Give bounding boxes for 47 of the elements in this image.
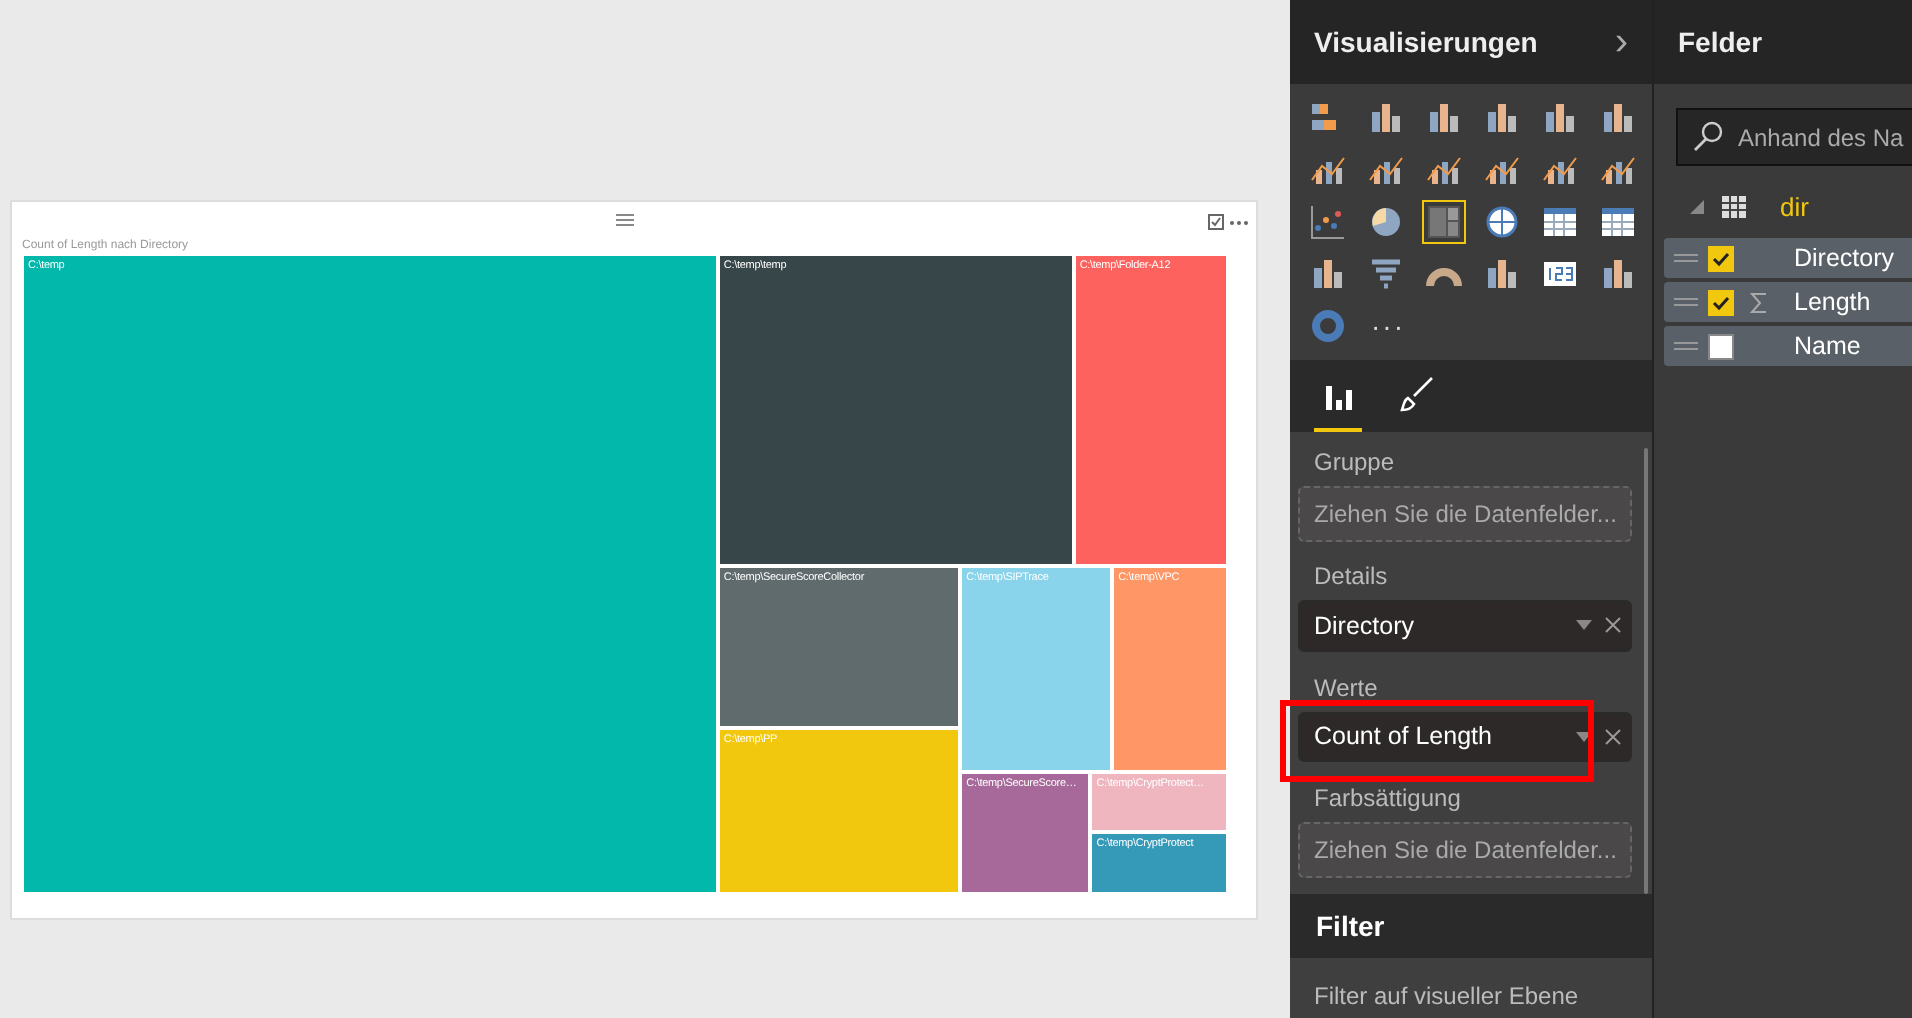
field-name: Directory [1314, 611, 1417, 640]
drag-handle-icon [1674, 342, 1698, 350]
field-item[interactable]: Directory [1664, 238, 1912, 278]
checkbox[interactable] [1708, 333, 1734, 359]
more-visuals-button[interactable]: ··· [1364, 304, 1412, 348]
section-title: Filter [1316, 910, 1385, 942]
remove-icon[interactable] [1604, 616, 1623, 635]
drag-handle-icon [1674, 254, 1698, 262]
drop-zone[interactable]: Ziehen Sie die Datenfelder... [1298, 486, 1633, 542]
treemap-visual[interactable] [10, 200, 1258, 920]
field-name: Name [1794, 332, 1861, 360]
field-name: Count of Length [1314, 722, 1494, 751]
pane-title: Visualisierungen [1314, 26, 1538, 58]
pane-title: Felder [1678, 26, 1763, 58]
dropdown-caret-icon[interactable] [1576, 620, 1593, 631]
scrollbar[interactable] [1644, 448, 1648, 894]
remove-icon[interactable] [1604, 727, 1623, 746]
checkbox[interactable] [1708, 289, 1734, 315]
well-label: Gruppe [1314, 448, 1397, 476]
drag-handle-icon [1674, 298, 1698, 306]
filter-section-label: Filter auf visueller Ebene [1290, 958, 1652, 1018]
expand-triangle-icon[interactable] [1690, 199, 1704, 213]
field-item[interactable]: Name [1664, 326, 1912, 366]
well-label: Details [1314, 562, 1390, 590]
field-item[interactable]: Length [1664, 282, 1912, 322]
collapse-pane-button[interactable]: › [1614, 19, 1628, 65]
well-label: Werte [1314, 673, 1380, 701]
dropdown-caret-icon[interactable] [1576, 731, 1593, 742]
focus-mode-icon[interactable] [1208, 214, 1224, 230]
well-label: Farbsättigung [1314, 784, 1463, 812]
search-field[interactable]: Anhand des Na [1676, 108, 1912, 166]
table-name[interactable]: dir [1780, 191, 1809, 221]
sigma-icon [1750, 291, 1768, 313]
paintbrush-icon [1400, 376, 1436, 412]
field-name: Length [1794, 288, 1871, 316]
more-options-icon[interactable] [1230, 219, 1248, 225]
drag-handle-icon[interactable] [616, 214, 634, 226]
field-name: Directory [1794, 244, 1895, 272]
field-well[interactable]: Directory [1298, 600, 1633, 651]
table-icon [1722, 195, 1746, 217]
checkbox[interactable] [1708, 245, 1734, 271]
scatter-chart-icon[interactable] [1306, 200, 1350, 244]
search-icon [1692, 120, 1724, 152]
treemap-icon[interactable] [1422, 200, 1466, 244]
donut-chart-icon[interactable] [1306, 304, 1350, 348]
field-well[interactable]: Count of Length [1298, 711, 1633, 762]
drop-zone[interactable]: Ziehen Sie die Datenfelder... [1298, 822, 1633, 878]
